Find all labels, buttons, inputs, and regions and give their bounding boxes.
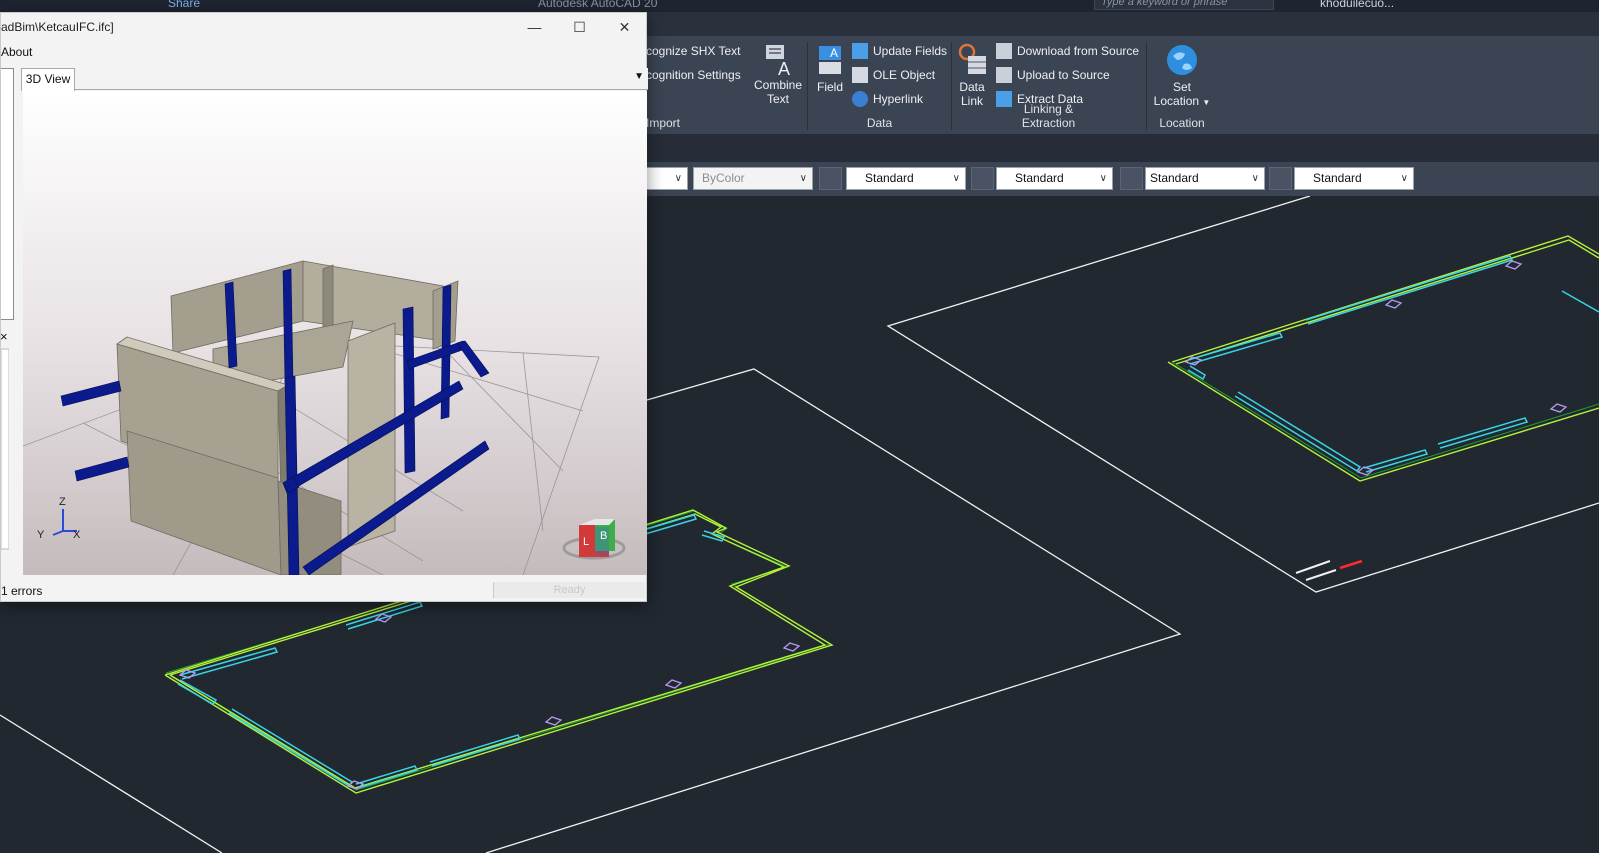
data-panel: A Field Update Fields OLE Object Hyperli… bbox=[808, 36, 951, 134]
data-link-icon bbox=[958, 43, 986, 74]
recognize-shx-button[interactable]: cognize SHX Text bbox=[646, 40, 741, 62]
svg-text:A: A bbox=[830, 46, 838, 60]
dim-style-icon bbox=[971, 167, 994, 190]
user-name[interactable]: khoduilecuo... bbox=[1320, 0, 1394, 10]
view-cube-back-label: B bbox=[600, 530, 607, 542]
svg-text:A: A bbox=[778, 59, 790, 76]
close-icon[interactable]: ✕ bbox=[602, 13, 647, 41]
axis-z-label: Z bbox=[59, 496, 66, 508]
3d-viewport[interactable]: Z Y X L B bbox=[23, 91, 647, 575]
minimize-icon[interactable]: — bbox=[512, 13, 557, 41]
upload-to-source-button[interactable]: Upload to Source bbox=[996, 64, 1110, 86]
axis-x-label: X bbox=[73, 529, 81, 541]
viewer-tab-header: 3D View ▼ bbox=[21, 68, 648, 91]
data-link-button[interactable]: Data Link bbox=[956, 42, 988, 108]
status-ready: Ready bbox=[493, 582, 645, 598]
floor-plan-right bbox=[1167, 235, 1599, 581]
globe-icon bbox=[1167, 45, 1197, 75]
linking-panel-label: Linking & Extraction bbox=[1021, 102, 1076, 130]
table-style-combo[interactable]: Standard ∨ bbox=[1145, 167, 1265, 190]
status-errors: 1 errors bbox=[1, 584, 43, 598]
axis-y-label: Y bbox=[37, 529, 45, 541]
dim-style-combo[interactable]: Standard ∨ bbox=[996, 167, 1113, 190]
app-title: Autodesk AutoCAD 20 bbox=[538, 0, 658, 10]
location-panel-label: Location bbox=[1159, 116, 1205, 130]
upload-icon bbox=[996, 67, 1012, 83]
ole-object-icon bbox=[852, 67, 868, 83]
share-button[interactable]: Share bbox=[168, 0, 200, 10]
drawing-annotation bbox=[1295, 559, 1363, 581]
svg-text:×: × bbox=[1, 329, 8, 344]
update-fields-icon bbox=[852, 43, 868, 59]
data-panel-label: Data bbox=[866, 116, 893, 130]
linking-extraction-panel: Data Link Download from Source Upload to… bbox=[952, 36, 1145, 134]
combine-text-icon: A bbox=[766, 45, 790, 76]
view-cube-left-label: L bbox=[583, 536, 589, 548]
field-button[interactable]: A Field bbox=[812, 42, 848, 94]
viewer-title: adBim\KetcauIFC.ifc] bbox=[1, 20, 114, 34]
download-icon bbox=[996, 43, 1012, 59]
tab-3d-view[interactable]: 3D View bbox=[21, 68, 75, 91]
viewer-title-bar[interactable]: adBim\KetcauIFC.ifc] — ☐ ✕ bbox=[1, 13, 646, 41]
ifc-viewer-window[interactable]: adBim\KetcauIFC.ifc] — ☐ ✕ About × 3D Vi… bbox=[0, 12, 648, 602]
globe-link-icon bbox=[852, 91, 868, 107]
location-panel: Set Location ▼ Location bbox=[1147, 36, 1217, 134]
mleader-style-combo[interactable]: Standard ∨ bbox=[1294, 167, 1414, 190]
maximize-icon[interactable]: ☐ bbox=[557, 13, 602, 41]
table-style-icon bbox=[1120, 167, 1143, 190]
tab-dropdown-icon[interactable]: ▼ bbox=[634, 71, 644, 82]
model-tree-panel-partial[interactable] bbox=[1, 68, 14, 320]
chevron-down-icon: ▼ bbox=[1202, 98, 1211, 107]
viewer-menu-bar: About bbox=[1, 42, 646, 64]
title-bar: Share Autodesk AutoCAD 20 Type a keyword… bbox=[0, 0, 1599, 12]
viewer-status-bar: 1 errors Ready bbox=[1, 580, 646, 602]
set-location-button[interactable]: Set Location ▼ bbox=[1151, 42, 1213, 110]
color-combo[interactable]: ByColor ∨ bbox=[693, 167, 813, 190]
field-icon: A bbox=[819, 46, 841, 74]
download-from-source-button[interactable]: Download from Source bbox=[996, 40, 1139, 62]
mleader-style-icon bbox=[1269, 167, 1292, 190]
menu-about[interactable]: About bbox=[1, 45, 32, 59]
ole-object-button[interactable]: OLE Object bbox=[852, 64, 935, 86]
import-panel: cognize SHX Text cognition Settings A Co… bbox=[640, 36, 810, 134]
layer-combo-partial[interactable]: ∨ bbox=[640, 167, 688, 190]
properties-panel-partial[interactable]: × bbox=[1, 329, 9, 589]
search-input[interactable]: Type a keyword or phrase bbox=[1094, 0, 1274, 10]
text-style-combo[interactable]: Standard ∨ bbox=[846, 167, 966, 190]
text-style-icon bbox=[819, 167, 842, 190]
combine-text-button[interactable]: A Combine Text bbox=[752, 42, 804, 106]
hyperlink-button[interactable]: Hyperlink bbox=[852, 88, 923, 110]
recognition-settings-button[interactable]: cognition Settings bbox=[646, 64, 741, 86]
update-fields-button[interactable]: Update Fields bbox=[852, 40, 947, 62]
